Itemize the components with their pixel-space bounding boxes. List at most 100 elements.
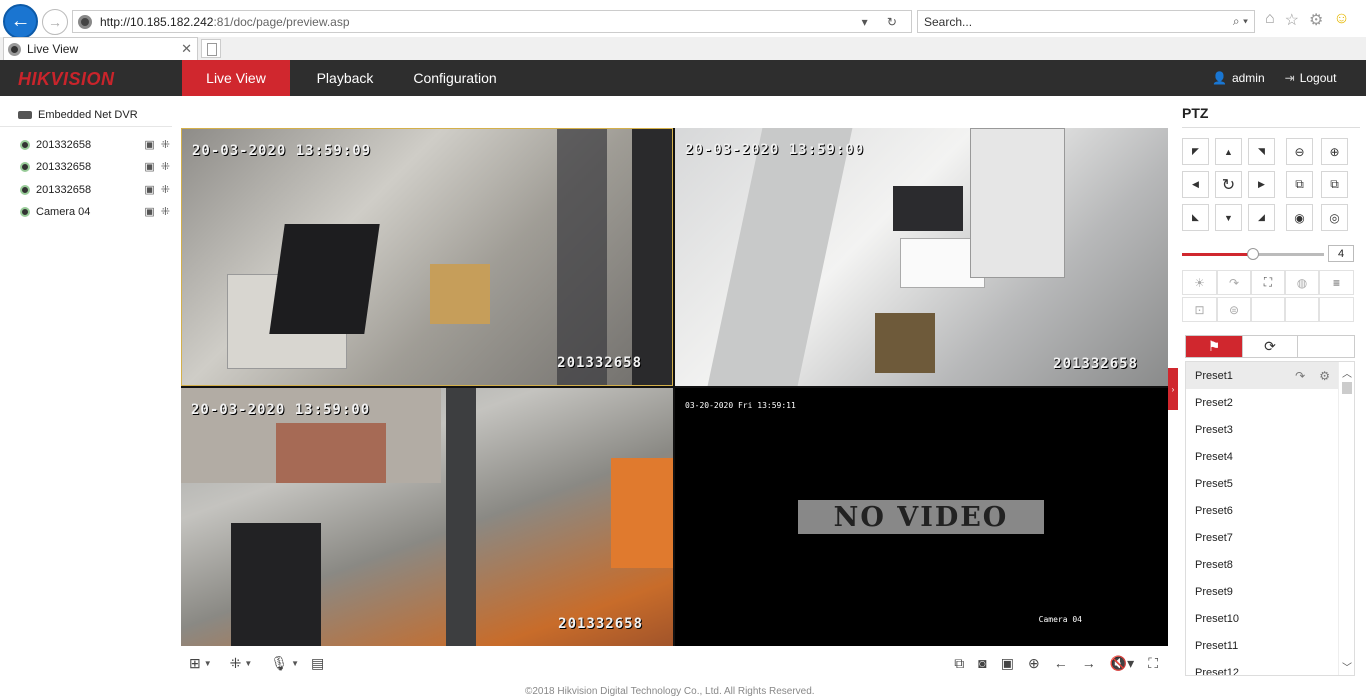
ptz-auto-button[interactable]: ↻ bbox=[1215, 171, 1242, 198]
wiper-icon[interactable]: ↷ bbox=[1217, 270, 1251, 295]
browser-tab[interactable]: Live View ✕ bbox=[3, 37, 198, 60]
zoom-in-icon[interactable]: ⊕ bbox=[1028, 655, 1040, 672]
preset-item[interactable]: Preset12 bbox=[1186, 659, 1338, 676]
monitor-button[interactable]: ▤ bbox=[311, 655, 324, 672]
gear-icon[interactable]: ⚙ bbox=[1309, 10, 1323, 30]
record-icon[interactable]: ▣ bbox=[1001, 655, 1014, 672]
ptz-up-right-button[interactable]: ◥ bbox=[1248, 138, 1275, 165]
ptz-down-right-button[interactable]: ◢ bbox=[1248, 204, 1275, 231]
nav-live-view[interactable]: Live View bbox=[182, 60, 290, 96]
preset-item[interactable]: Preset10 bbox=[1186, 605, 1338, 632]
stream-button[interactable]: ⁜ ▼ bbox=[230, 655, 253, 672]
chevron-down-icon[interactable]: ﹀ bbox=[1342, 659, 1352, 674]
microphone-button[interactable]: 🎙 ▼ bbox=[270, 655, 299, 672]
preset-item[interactable]: Preset11 bbox=[1186, 632, 1338, 659]
arrow-right-icon: → bbox=[48, 14, 62, 30]
focus-near-button[interactable]: ⧉ bbox=[1286, 171, 1313, 198]
record-icon[interactable]: ▣ bbox=[144, 183, 154, 196]
zoom-out-button[interactable]: ⊖ bbox=[1286, 138, 1313, 165]
preset-item[interactable]: Preset4 bbox=[1186, 443, 1338, 470]
camera-item[interactable]: 201332658 ▣ ⁜ bbox=[20, 160, 170, 173]
panel-collapse-button[interactable]: › bbox=[1168, 368, 1178, 410]
ptz-up-left-button[interactable]: ◤ bbox=[1182, 138, 1209, 165]
back-button[interactable]: ← bbox=[3, 4, 38, 39]
slider-handle[interactable] bbox=[1247, 248, 1259, 260]
scrollbar-thumb[interactable] bbox=[1342, 382, 1352, 394]
tab-patrol[interactable]: ⟳ bbox=[1242, 336, 1298, 357]
footer-copyright: ©2018 Hikvision Digital Technology Co., … bbox=[525, 686, 815, 697]
preset-item[interactable]: Preset2 bbox=[1186, 389, 1338, 416]
forward-button[interactable]: → bbox=[42, 9, 68, 35]
star-icon[interactable]: ☆ bbox=[1285, 10, 1299, 30]
tab-preset[interactable]: ⚑ bbox=[1186, 336, 1242, 357]
search-icon[interactable]: ⌕ ▾ bbox=[1233, 14, 1254, 29]
fullscreen-icon[interactable]: ⛶ bbox=[1148, 655, 1158, 672]
camera-item[interactable]: 201332658 ▣ ⁜ bbox=[20, 138, 170, 151]
device-root[interactable]: Embedded Net DVR bbox=[18, 109, 138, 121]
lens-init-icon[interactable]: ◍ bbox=[1285, 270, 1319, 295]
video-pane-1[interactable]: 20-03-2020 13:59:09 201332658 bbox=[181, 128, 673, 386]
preset-item[interactable]: Preset9 bbox=[1186, 578, 1338, 605]
ptz-down-button[interactable]: ▼ bbox=[1215, 204, 1242, 231]
preset-item[interactable]: Preset8 bbox=[1186, 551, 1338, 578]
logout-button[interactable]: ⇥ Logout bbox=[1285, 71, 1337, 85]
aux-focus-icon[interactable]: ⊡ bbox=[1182, 297, 1217, 322]
preset-item[interactable]: Preset5 bbox=[1186, 470, 1338, 497]
camera-item[interactable]: Camera 04 ▣ ⁜ bbox=[20, 205, 170, 218]
close-icon[interactable]: ✕ bbox=[181, 41, 192, 57]
refresh-icon[interactable]: ▾ ↻ bbox=[862, 15, 911, 29]
ptz-speed-slider[interactable] bbox=[1182, 248, 1324, 260]
ptz-down-left-button[interactable]: ◣ bbox=[1182, 204, 1209, 231]
goto-icon[interactable]: ↷ bbox=[1295, 369, 1305, 383]
record-icon[interactable]: ▣ bbox=[144, 160, 154, 173]
video-pane-4[interactable]: 03-20-2020 Fri 13:59:11 NO VIDEO Camera … bbox=[675, 388, 1168, 646]
iris-close-button[interactable]: ◉ bbox=[1286, 204, 1313, 231]
search-box[interactable]: Search... ⌕ ▾ bbox=[917, 10, 1255, 33]
stream-icon[interactable]: ⁜ bbox=[161, 183, 170, 196]
stream-icon[interactable]: ⁜ bbox=[161, 160, 170, 173]
menu-icon[interactable]: ≡ bbox=[1319, 270, 1354, 295]
new-tab-button[interactable] bbox=[201, 39, 221, 58]
camera-item[interactable]: 201332658 ▣ ⁜ bbox=[20, 183, 170, 196]
video-camera-name: 201332658 bbox=[558, 616, 643, 632]
stream-icon[interactable]: ⁜ bbox=[161, 138, 170, 151]
stop-all-icon[interactable]: ⧉ bbox=[954, 655, 964, 672]
ptz-left-button[interactable]: ◀ bbox=[1182, 171, 1209, 198]
ptz-up-button[interactable]: ▲ bbox=[1215, 138, 1242, 165]
nav-configuration[interactable]: Configuration bbox=[400, 60, 510, 96]
record-icon[interactable]: ▣ bbox=[144, 138, 154, 151]
preset-item[interactable]: Preset3 bbox=[1186, 416, 1338, 443]
one-touch-focus-icon[interactable]: ⛶ bbox=[1251, 270, 1285, 295]
camera-icon bbox=[20, 184, 30, 195]
manual-track-icon[interactable]: ⊜ bbox=[1217, 297, 1251, 322]
focus-far-button[interactable]: ⧉ bbox=[1321, 171, 1348, 198]
home-icon[interactable]: ⌂ bbox=[1265, 10, 1275, 30]
smiley-icon[interactable]: ☺ bbox=[1333, 10, 1349, 30]
mute-icon[interactable]: 🔇▾ bbox=[1110, 655, 1134, 672]
preset-item[interactable]: Preset1 ↷ ⚙ bbox=[1186, 362, 1338, 389]
record-icon[interactable]: ▣ bbox=[144, 205, 154, 218]
light-icon[interactable]: ☀ bbox=[1182, 270, 1217, 295]
video-pane-3[interactable]: 20-03-2020 13:59:00 201332658 bbox=[181, 388, 673, 646]
preset-item[interactable]: Preset7 bbox=[1186, 524, 1338, 551]
preset-scrollbar[interactable]: ︿ ﹀ bbox=[1338, 362, 1354, 675]
prev-page-icon[interactable]: ← bbox=[1054, 655, 1068, 672]
app-header: HIKVISION Live View Playback Configurati… bbox=[0, 60, 1366, 96]
video-pane-2[interactable]: 20-03-2020 13:59:00 201332658 bbox=[675, 128, 1168, 386]
iris-open-button[interactable]: ◎ bbox=[1321, 204, 1348, 231]
layout-button[interactable]: ⊞ ▼ bbox=[189, 655, 212, 672]
camera-snapshot-icon[interactable]: ◙ bbox=[978, 655, 986, 672]
video-grid: 20-03-2020 13:59:09 201332658 20-03-2020… bbox=[181, 128, 1168, 646]
next-page-icon[interactable]: → bbox=[1082, 655, 1096, 672]
user-menu[interactable]: 👤 admin bbox=[1212, 71, 1265, 85]
address-bar[interactable]: http://10.185.182.242:81/doc/page/previe… bbox=[72, 10, 912, 33]
zoom-in-button[interactable]: ⊕ bbox=[1321, 138, 1348, 165]
ptz-right-button[interactable]: ▶ bbox=[1248, 171, 1275, 198]
preset-label: Preset6 bbox=[1195, 504, 1233, 517]
gear-icon[interactable]: ⚙ bbox=[1319, 369, 1330, 383]
tab-pattern[interactable] bbox=[1298, 336, 1354, 357]
nav-playback[interactable]: Playback bbox=[300, 60, 390, 96]
stream-icon[interactable]: ⁜ bbox=[161, 205, 170, 218]
chevron-up-icon[interactable]: ︿ bbox=[1342, 365, 1352, 380]
preset-item[interactable]: Preset6 bbox=[1186, 497, 1338, 524]
